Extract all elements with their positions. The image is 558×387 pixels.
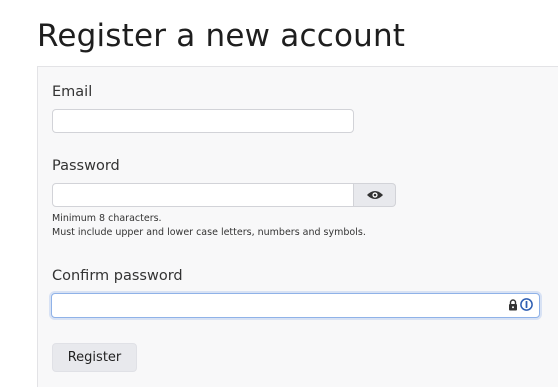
password-help-line-1: Minimum 8 characters. [52, 213, 162, 224]
show-password-button[interactable] [354, 183, 396, 207]
registration-form: Email Password Minimum 8 characters. Mus… [37, 66, 558, 387]
password-input[interactable] [52, 183, 354, 207]
password-manager-icons [508, 298, 533, 311]
confirm-password-label: Confirm password [52, 268, 183, 284]
email-input[interactable] [52, 109, 354, 133]
password-manager-icon[interactable] [520, 298, 533, 311]
register-button[interactable]: Register [52, 343, 137, 372]
eye-icon [366, 189, 384, 201]
lock-icon[interactable] [508, 298, 518, 311]
confirm-password-field[interactable] [51, 293, 540, 318]
password-label: Password [52, 158, 120, 174]
password-help-line-2: Must include upper and lower case letter… [52, 227, 366, 238]
register-page: Register a new account Email Password Mi… [0, 0, 558, 387]
email-label: Email [52, 84, 93, 100]
page-title: Register a new account [37, 18, 406, 54]
confirm-password-input[interactable] [52, 295, 504, 315]
